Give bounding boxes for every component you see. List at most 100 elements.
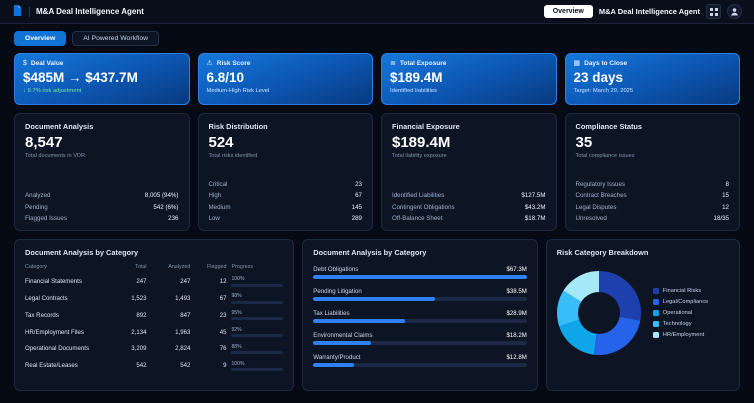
stat-row-value: 67 <box>355 192 362 199</box>
kpi-value: 23 days <box>573 70 624 85</box>
kpi-header: ⚠ Risk Score <box>207 60 365 67</box>
bar-track <box>313 297 527 301</box>
stat-card-rows: Identified Liabilities $127.5M Contingen… <box>392 192 546 222</box>
view-tabs: Overview AI Powered Workflow <box>14 31 740 46</box>
progress-track <box>231 334 284 338</box>
bar-label: Warranty/Product <box>313 353 361 361</box>
bar-track <box>313 275 527 279</box>
progress-label: 100% <box>231 276 245 283</box>
progress-track <box>231 283 284 287</box>
cell-progress: 98% <box>231 293 284 304</box>
stat-card-rows: Critical 23 High 67 Medium 145 Low 289 <box>209 181 363 223</box>
stat-row: Flagged Issues 236 <box>25 215 179 222</box>
stat-row-label: Analyzed <box>25 192 51 199</box>
exposure-bar-row: Debt Obligations $67.3M <box>313 266 527 279</box>
legend-item-legal-compliance: Legal/Compliance <box>652 299 709 305</box>
tab-overview[interactable]: Overview <box>14 31 67 46</box>
stat-card-subtitle: Total documents in VDR <box>25 153 86 159</box>
donut-hole <box>577 292 620 334</box>
bar-track <box>313 319 527 323</box>
document-logo-icon <box>12 3 23 21</box>
cell-category: Real Estate/Leases <box>25 362 78 370</box>
cell-total: 542 <box>136 362 147 370</box>
legend-swatch <box>652 321 659 327</box>
stat-card-title: Document Analysis <box>25 122 94 131</box>
kpi-label: Total Exposure <box>399 60 447 67</box>
stat-row: Identified Liabilities $127.5M <box>392 192 546 199</box>
alert-icon: ⚠ <box>206 60 213 67</box>
kpi-header: $ Deal Value <box>23 60 181 67</box>
progress-label: 88% <box>231 343 242 350</box>
bar-value: $38.5M <box>506 287 527 295</box>
stat-row: Contingent Obligations $43.2M <box>392 204 546 211</box>
bar-head: Environmental Claims $18.2M <box>313 332 527 339</box>
cell-analyzed: 542 <box>180 362 191 370</box>
exposure-bars-card: Document Analysis by Category Debt Oblig… <box>302 239 538 391</box>
table-row: Tax Records 892 847 23 95% <box>25 307 284 324</box>
cell-progress: 100% <box>231 361 284 372</box>
legend-swatch <box>652 288 659 294</box>
table-row: HR/Employment Files 2,134 1,963 45 92% <box>25 324 284 341</box>
stat-card-value: 35 <box>575 134 593 151</box>
overview-button[interactable]: Overview <box>543 5 593 18</box>
stat-row-label: Off-Balance Sheet <box>392 215 443 222</box>
tab-ai-powered-workflow[interactable]: AI Powered Workflow <box>72 31 160 46</box>
kpi-row: $ Deal Value $485M → $437.7M ↓ 9.7% risk… <box>14 53 740 105</box>
stat-row: Analyzed 8,005 (94%) <box>25 192 179 199</box>
bar-head: Debt Obligations $67.3M <box>313 266 527 273</box>
kpi-subtext: Identified liabilities <box>390 88 438 94</box>
bar-track <box>313 341 527 345</box>
kpi-label: Deal Value <box>30 60 64 67</box>
stat-row-value: 236 <box>168 215 179 222</box>
stat-row: Regulatory Issues 8 <box>576 181 730 188</box>
stat-row-value: 289 <box>351 215 362 222</box>
cell-progress: 88% <box>231 343 284 355</box>
cell-flagged: 12 <box>219 277 227 285</box>
bar-fill <box>313 297 435 301</box>
kpi-value: $189.4M <box>390 70 443 85</box>
stat-card-document-analysis: Document Analysis 8,547 Total documents … <box>14 113 190 231</box>
legend-item-technology: Technology <box>652 321 709 327</box>
bar-track <box>313 363 527 367</box>
cell-category: Operational Documents <box>25 345 90 353</box>
cell-flagged: 76 <box>219 345 227 353</box>
app-title: M&A Deal Intelligence Agent <box>36 7 144 16</box>
stat-row-label: Contract Breaches <box>575 192 627 199</box>
progress-label: 92% <box>231 326 242 333</box>
liability-icon: ≣ <box>390 60 396 67</box>
stat-row-value: 145 <box>351 203 362 211</box>
cell-category: Legal Contracts <box>25 294 68 302</box>
stat-card-compliance-status: Compliance Status 35 Total compliance is… <box>564 113 740 231</box>
cell-progress: 92% <box>231 326 284 338</box>
donut-wrap: Financial Risks Legal/Compliance Operati… <box>556 271 729 355</box>
kpi-header: ▦ Days to Close <box>574 60 732 67</box>
table-row: Financial Statements 247 247 12 100% <box>25 273 284 290</box>
apps-grid-icon[interactable] <box>706 4 721 19</box>
legend-label: Financial Risks <box>662 288 702 294</box>
bar-fill <box>313 275 527 279</box>
col-progress: Progress <box>231 264 254 270</box>
progress-track <box>231 368 284 372</box>
progress-label: 98% <box>231 293 242 300</box>
cell-analyzed: 1,493 <box>175 294 191 302</box>
cell-total: 3,209 <box>131 345 147 353</box>
stat-row-label: Unresolved <box>575 215 607 222</box>
stat-card-rows: Analyzed 8,005 (94%) Pending 542 (6%) Fl… <box>25 192 179 222</box>
stat-card-subtitle: Total liability exposure <box>392 153 447 159</box>
kpi-label: Risk Score <box>216 60 251 67</box>
stat-card-value: 8,547 <box>25 134 63 151</box>
user-avatar-icon[interactable] <box>727 4 742 19</box>
cell-category: Financial Statements <box>25 277 82 285</box>
bar-head: Pending Litigation $38.5M <box>313 288 527 295</box>
stat-row: Contract Breaches 15 <box>576 192 730 199</box>
exposure-bar-row: Tax Liabilities $28.9M <box>313 309 527 323</box>
bar-label: Tax Liabilities <box>313 309 350 317</box>
stat-card-risk-distribution: Risk Distribution 524 Total risks identi… <box>197 113 373 231</box>
stat-row-label: Legal Disputes <box>575 203 617 211</box>
table-row: Real Estate/Leases 542 542 9 100% <box>25 357 284 374</box>
legend-item-financial-risks: Financial Risks <box>652 288 709 294</box>
bar-fill <box>313 319 406 323</box>
stats-row: Document Analysis 8,547 Total documents … <box>14 113 740 231</box>
stat-row-value: 8 <box>725 180 729 188</box>
legend-label: Legal/Compliance <box>662 299 709 305</box>
